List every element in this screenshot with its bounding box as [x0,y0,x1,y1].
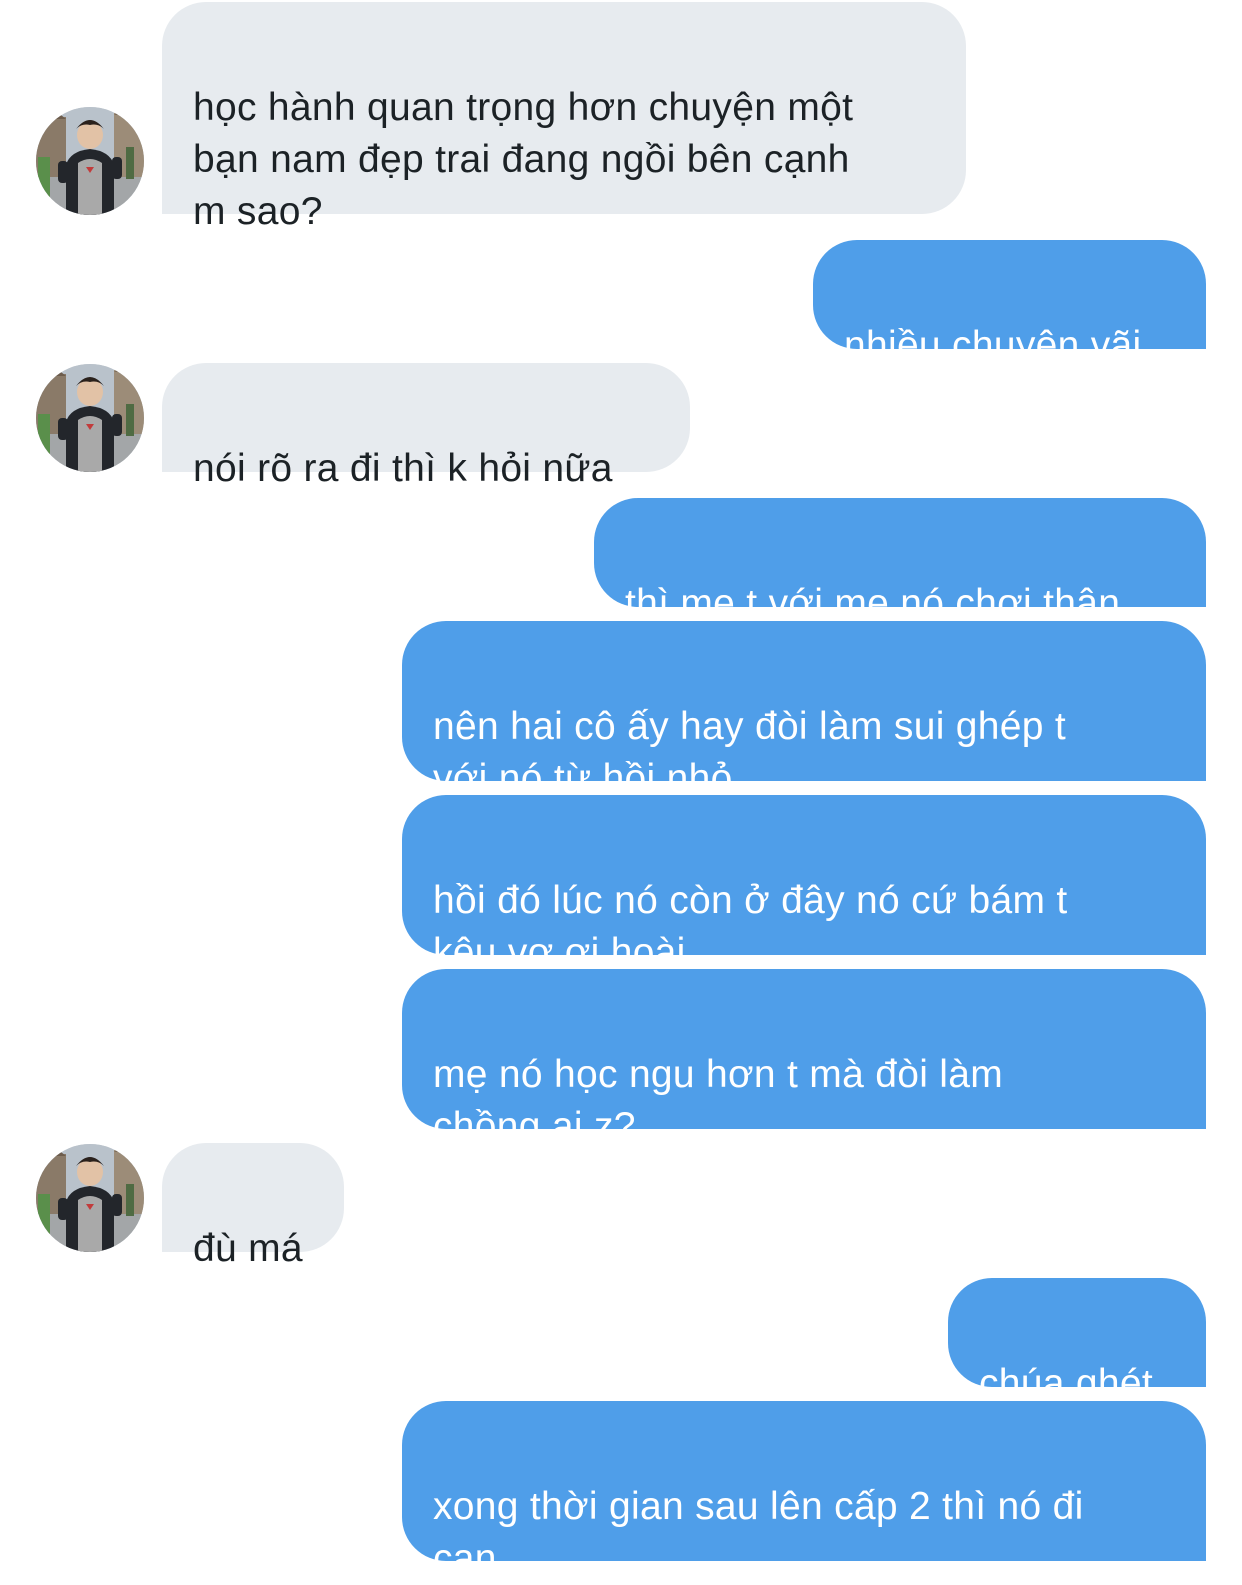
message-text: nên hai cô ấy hay đòi làm sui ghép t với… [433,705,1067,800]
message-text: học hành quan trọng hơn chuyện một bạn n… [193,86,854,233]
avatar-photo-icon [36,107,144,215]
sent-message-bubble: nên hai cô ấy hay đòi làm sui ghép t với… [402,621,1206,800]
message-text: nói rõ ra đi thì k hỏi nữa [193,447,613,490]
message-text: thì mẹ t với mẹ nó chơi thân [625,582,1121,625]
message-text: chúa ghét [979,1362,1154,1405]
sent-message-bubble: mẹ nó học ngu hơn t mà đòi làm chồng ai … [402,969,1206,1148]
avatar-photo-icon [36,364,144,472]
contact-avatar[interactable] [36,107,144,215]
contact-avatar[interactable] [36,1144,144,1252]
received-message-bubble: học hành quan trọng hơn chuyện một bạn n… [162,2,966,233]
message-text: nhiều chuyện vãi [844,324,1142,367]
sent-message-bubble: chúa ghét [948,1278,1206,1405]
contact-avatar[interactable] [36,364,144,472]
message-text: xong thời gian sau lên cấp 2 thì nó đi c… [433,1485,1084,1580]
sent-message-bubble: nhiều chuyện vãi [813,240,1206,367]
sent-message-bubble: hồi đó lúc nó còn ở đây nó cứ bám t kêu … [402,795,1206,974]
sent-message-bubble: xong thời gian sau lên cấp 2 thì nó đi c… [402,1401,1206,1580]
message-text: hồi đó lúc nó còn ở đây nó cứ bám t kêu … [433,879,1068,974]
message-text: mẹ nó học ngu hơn t mà đòi làm chồng ai … [433,1053,1004,1148]
sent-message-bubble: thì mẹ t với mẹ nó chơi thân [594,498,1206,625]
avatar-photo-icon [36,1144,144,1252]
message-text: đù má [193,1227,303,1270]
received-message-bubble: đù má [162,1143,344,1270]
received-message-bubble: nói rõ ra đi thì k hỏi nữa [162,363,690,490]
